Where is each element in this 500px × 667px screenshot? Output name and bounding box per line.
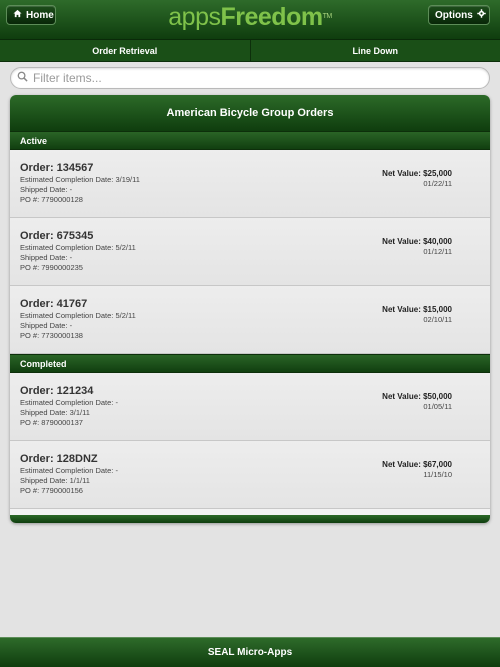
- order-net-value: Net Value: $25,000: [382, 169, 452, 178]
- panel-footer-bar: [10, 515, 490, 523]
- order-item[interactable]: Order: 121234 Estimated Completion Date:…: [10, 373, 490, 441]
- section-header-completed: Completed: [10, 354, 490, 373]
- footer-label: SEAL Micro-Apps: [207, 647, 293, 658]
- order-item[interactable]: Order: 128DNZ Estimated Completion Date:…: [10, 441, 490, 509]
- order-po: PO #: 8790000137: [20, 418, 83, 427]
- app-logo: appsFreedomTM: [168, 3, 332, 31]
- orders-panel: American Bicycle Group Orders Active Ord…: [10, 95, 490, 523]
- order-date: 01/05/11: [423, 402, 452, 411]
- section-header-active: Active: [10, 131, 490, 150]
- order-item[interactable]: Order: 41767 Estimated Completion Date: …: [10, 286, 490, 354]
- order-date: 01/12/11: [423, 247, 452, 256]
- order-po: PO #: 7790000128: [20, 195, 83, 204]
- tab-line-down[interactable]: Line Down: [251, 40, 500, 61]
- order-po: PO #: 7990000235: [20, 263, 83, 272]
- search-bar[interactable]: [10, 67, 490, 89]
- order-date: 01/22/11: [423, 179, 452, 188]
- tab-bar: Order Retrieval Line Down: [0, 40, 500, 62]
- order-date: 11/15/10: [423, 470, 452, 479]
- order-net-value: Net Value: $67,000: [382, 460, 452, 469]
- order-po: PO #: 7790000156: [20, 486, 83, 495]
- tab-order-retrieval[interactable]: Order Retrieval: [0, 40, 251, 61]
- order-date: 02/10/11: [423, 315, 452, 324]
- order-po: PO #: 7730000138: [20, 331, 83, 340]
- top-bar: Home appsFreedomTM Options: [0, 0, 500, 40]
- order-item[interactable]: Order: 134567 Estimated Completion Date:…: [10, 150, 490, 218]
- order-net-value: Net Value: $40,000: [382, 237, 452, 246]
- search-icon: [17, 69, 28, 87]
- panel-title: American Bicycle Group Orders: [10, 95, 490, 131]
- search-input[interactable]: [33, 71, 473, 85]
- options-button-label: Options: [435, 9, 473, 21]
- order-net-value: Net Value: $15,000: [382, 305, 452, 314]
- options-button[interactable]: Options: [428, 5, 490, 25]
- order-net-value: Net Value: $50,000: [382, 392, 452, 401]
- order-item[interactable]: Order: 675345 Estimated Completion Date:…: [10, 218, 490, 286]
- gear-icon: [477, 9, 486, 21]
- bottom-bar: SEAL Micro-Apps: [0, 637, 500, 667]
